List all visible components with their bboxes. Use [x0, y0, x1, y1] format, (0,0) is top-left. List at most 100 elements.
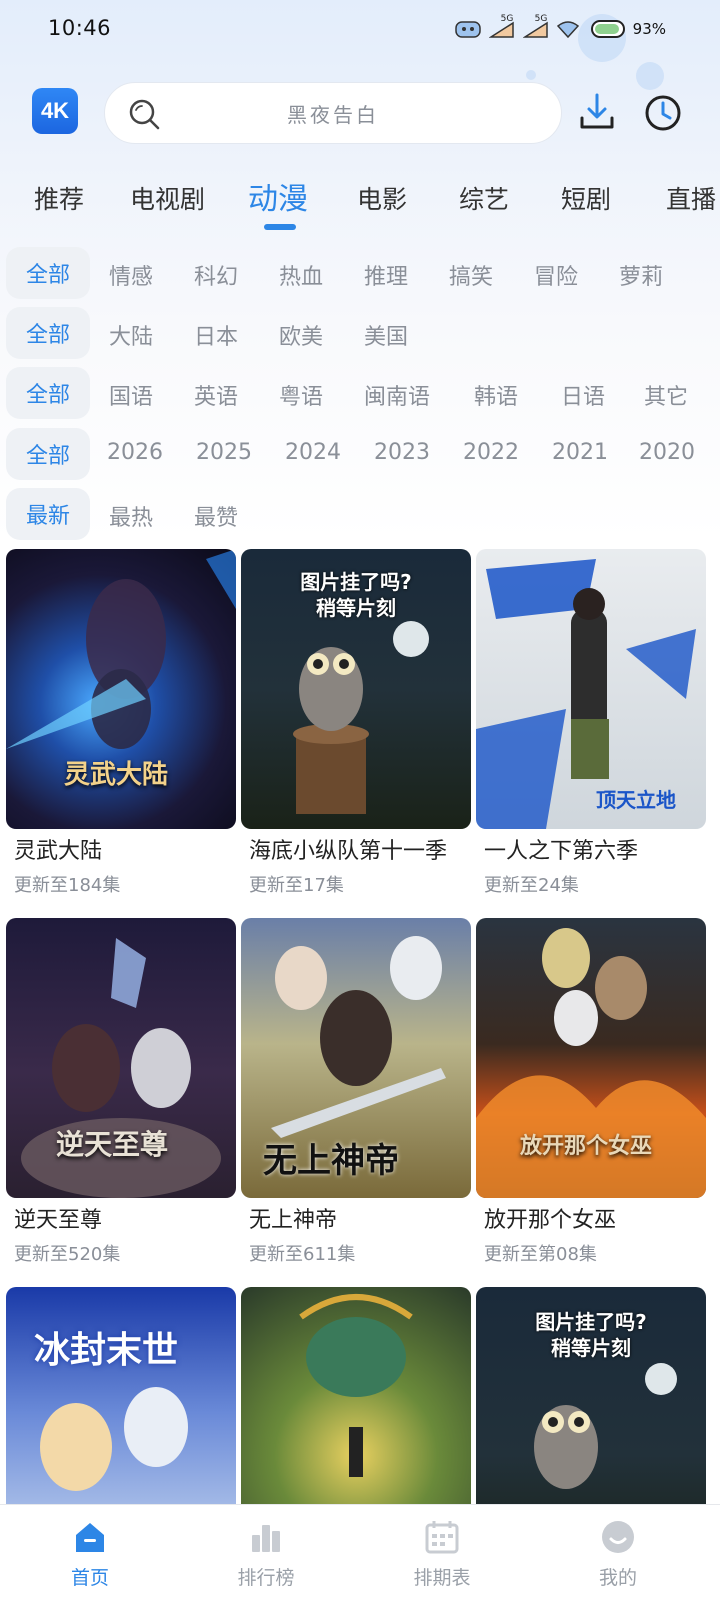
signal-label: 5G — [500, 14, 514, 24]
decor-bubble — [526, 70, 536, 80]
ranking-icon — [252, 1525, 280, 1552]
filter-option[interactable]: 科幻 — [194, 259, 238, 291]
video-card[interactable]: 图片挂了吗? 稍等片刻 海底小纵队第十一季 更新至17集 — [241, 549, 471, 896]
poster-title: 灵武大陆 — [64, 760, 169, 790]
poster-image: 灵武大陆 — [6, 549, 236, 829]
video-title: 逆天至尊 — [14, 1208, 103, 1233]
video-update: 更新至611集 — [249, 1244, 356, 1265]
filter-option[interactable]: 英语 — [194, 379, 238, 411]
app-logo[interactable]: 4K — [32, 88, 78, 134]
video-title: 一人之下第六季 — [484, 839, 639, 864]
filter-row-sort: 最新 最热 最赞 — [0, 488, 720, 540]
status-time: 10:46 — [48, 16, 112, 40]
status-icons: 5G 5G 93% — [454, 14, 666, 42]
video-title: 无上神帝 — [249, 1208, 338, 1233]
poster-image: 无上神帝 — [241, 918, 471, 1198]
home-icon — [76, 1523, 104, 1552]
search-placeholder: 黑夜告白 — [287, 102, 379, 127]
video-card[interactable]: 放开那个女巫 放开那个女巫 更新至第08集 — [476, 918, 706, 1265]
video-title: 放开那个女巫 — [484, 1208, 617, 1233]
nav-profile[interactable]: 我的 — [528, 1505, 708, 1600]
filter-option[interactable]: 粤语 — [279, 379, 323, 411]
video-update: 更新至24集 — [484, 875, 579, 896]
nav-label: 首页 — [70, 1567, 109, 1589]
filter-option[interactable]: 2024 — [285, 440, 341, 465]
history-icon[interactable] — [644, 94, 682, 132]
filter-option[interactable]: 推理 — [364, 259, 408, 291]
filter-option[interactable]: 美国 — [364, 319, 408, 351]
signal-icon: 5G — [522, 14, 549, 38]
nav-label: 排期表 — [413, 1567, 471, 1589]
bottom-navigation: 首页 排行榜 排期表 我的 — [0, 1504, 720, 1600]
poster-title: 图片挂了吗? 稍等片刻 — [300, 570, 412, 620]
filter-option[interactable]: 欧美 — [279, 319, 323, 351]
poster-placeholder: 图片挂了吗? 稍等片刻 — [241, 549, 471, 829]
nav-schedule[interactable]: 排期表 — [352, 1505, 532, 1600]
filter-option[interactable]: 日语 — [561, 379, 605, 411]
video-card[interactable]: 逆天至尊 逆天至尊 更新至520集 — [6, 918, 236, 1265]
filter-row-language: 全部 国语 英语 粤语 闽南语 韩语 日语 其它 — [0, 367, 720, 419]
filter-year-all[interactable]: 全部 — [6, 428, 90, 480]
download-icon[interactable] — [578, 92, 616, 132]
filter-option[interactable]: 最热 — [109, 500, 153, 532]
poster-title: 放开那个女巫 — [520, 1134, 653, 1159]
poster-title: 顶天立地 — [596, 788, 676, 812]
filter-row-year: 全部 2026 2025 2024 2023 2022 2021 2020 — [0, 428, 720, 480]
filter-option[interactable]: 日本 — [194, 319, 238, 351]
filter-option[interactable]: 萝莉 — [619, 259, 663, 291]
nav-label: 我的 — [598, 1567, 637, 1589]
tab-live[interactable]: 直播 — [666, 180, 716, 216]
signal-icon: 5G — [488, 14, 515, 38]
filter-option[interactable]: 2023 — [374, 440, 430, 465]
calendar-icon — [425, 1521, 459, 1554]
nav-label: 排行榜 — [237, 1567, 295, 1589]
category-tabs: 推荐 电视剧 动漫 电影 综艺 短剧 直播 — [0, 172, 720, 232]
filter-option[interactable]: 情感 — [109, 259, 153, 291]
filter-language-all[interactable]: 全部 — [6, 367, 90, 419]
filter-option[interactable]: 冒险 — [534, 259, 578, 291]
filter-option[interactable]: 最赞 — [194, 500, 238, 532]
nav-ranking[interactable]: 排行榜 — [176, 1505, 356, 1600]
filter-option[interactable]: 韩语 — [474, 379, 518, 411]
nav-home[interactable]: 首页 — [0, 1505, 180, 1600]
video-update: 更新至520集 — [14, 1244, 121, 1265]
profile-icon — [602, 1521, 634, 1553]
poster-title: 冰封末世 — [34, 1330, 179, 1371]
filter-option[interactable]: 2025 — [196, 440, 252, 465]
poster-image: 顶天立地 — [476, 549, 706, 829]
filter-row-genre: 全部 情感 科幻 热血 推理 搞笑 冒险 萝莉 — [0, 247, 720, 299]
filter-sort-latest[interactable]: 最新 — [6, 488, 90, 540]
filter-region-all[interactable]: 全部 — [6, 307, 90, 359]
poster-title: 图片挂了吗? 稍等片刻 — [535, 1310, 647, 1360]
tab-anime[interactable]: 动漫 — [248, 174, 308, 218]
filter-option[interactable]: 闽南语 — [364, 379, 430, 411]
filter-option[interactable]: 搞笑 — [449, 259, 493, 291]
tab-tv-series[interactable]: 电视剧 — [130, 180, 205, 216]
signal-label: 5G — [534, 14, 548, 24]
decor-bubble — [636, 62, 664, 90]
search-input[interactable]: 黑夜告白 — [104, 82, 562, 144]
filter-option[interactable]: 2026 — [107, 440, 163, 465]
filter-option[interactable]: 2021 — [552, 440, 608, 465]
filter-option[interactable]: 其它 — [644, 379, 688, 411]
video-card[interactable]: 无上神帝 无上神帝 更新至611集 — [241, 918, 471, 1265]
filter-option[interactable]: 大陆 — [109, 319, 153, 351]
video-card[interactable]: 顶天立地 一人之下第六季 更新至24集 — [476, 549, 706, 896]
poster-title: 无上神帝 — [263, 1141, 399, 1181]
filter-genre-all[interactable]: 全部 — [6, 247, 90, 299]
filter-option[interactable]: 2020 — [639, 440, 695, 465]
tab-variety[interactable]: 综艺 — [459, 180, 509, 216]
filter-row-region: 全部 大陆 日本 欧美 美国 — [0, 307, 720, 359]
filter-option[interactable]: 2022 — [463, 440, 519, 465]
notification-icon — [454, 20, 481, 38]
tab-short-drama[interactable]: 短剧 — [561, 180, 611, 216]
video-card[interactable]: 灵武大陆 灵武大陆 更新至184集 — [6, 549, 236, 896]
filter-option[interactable]: 热血 — [279, 259, 323, 291]
tab-recommend[interactable]: 推荐 — [34, 180, 84, 216]
tab-movie[interactable]: 电影 — [357, 180, 407, 216]
search-icon — [129, 99, 160, 130]
battery-level: 93% — [632, 20, 666, 38]
filter-option[interactable]: 国语 — [109, 379, 153, 411]
poster-image: 逆天至尊 — [6, 918, 236, 1198]
wifi-icon — [556, 20, 583, 39]
